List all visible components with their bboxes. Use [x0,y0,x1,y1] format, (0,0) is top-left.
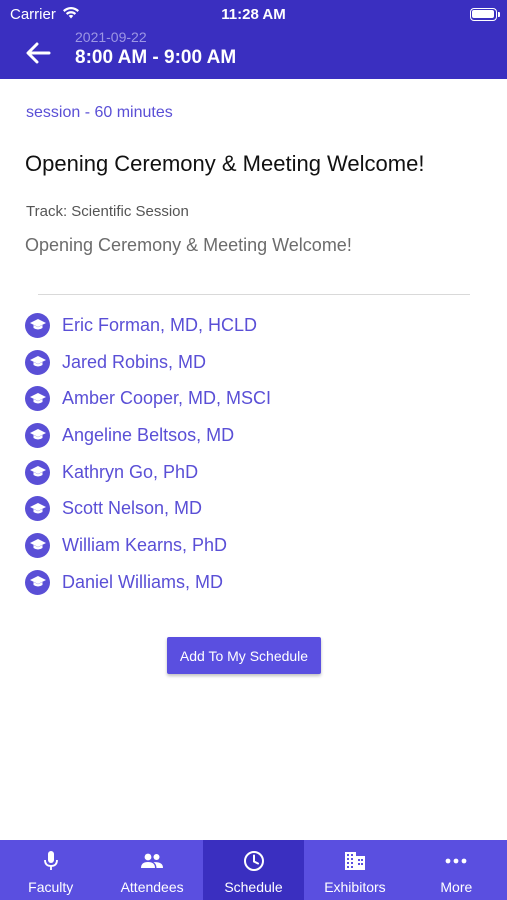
back-button[interactable] [20,38,56,68]
divider [38,294,470,295]
tab-exhibitors[interactable]: Exhibitors [304,840,405,900]
speaker-name: Jared Robins, MD [62,351,207,372]
track-value: Scientific Session [71,203,189,220]
speaker-name: Kathryn Go, PhD [62,461,199,482]
graduation-cap-icon [25,569,50,595]
speaker-item[interactable]: Angeline Beltsos, MD [25,417,271,454]
track-label: Track: [26,203,68,220]
battery-icon [469,7,500,21]
speaker-name: Daniel Williams, MD [62,571,224,592]
tab-label: More [440,879,473,895]
graduation-cap-icon [25,312,50,338]
tab-more[interactable]: More [406,840,507,900]
session-description: Opening Ceremony & Meeting Welcome! [25,235,352,255]
people-icon [140,849,164,873]
app-header: Carrier 11:28 AM 2021-09-22 8:00 AM - 9:… [0,0,507,79]
speaker-item[interactable]: Eric Forman, MD, HCLD [25,307,271,344]
speaker-name: Scott Nelson, MD [62,498,203,519]
speaker-item[interactable]: Scott Nelson, MD [25,490,271,527]
speaker-name: Amber Cooper, MD, MSCI [62,388,272,409]
graduation-cap-icon [25,496,50,522]
graduation-cap-icon [25,349,50,375]
track-row: Track: Scientific Session [26,203,189,220]
carrier-label: Carrier [10,5,56,23]
speaker-name: Eric Forman, MD, HCLD [62,314,258,335]
building-icon [343,849,367,873]
tab-label: Schedule [224,879,283,895]
clock-icon [242,849,266,873]
session-time-range: 8:00 AM - 9:00 AM [75,47,237,68]
tab-schedule[interactable]: Schedule [202,840,305,900]
session-title: Opening Ceremony & Meeting Welcome! [25,151,425,176]
speaker-item[interactable]: Jared Robins, MD [25,344,271,381]
add-to-schedule-button[interactable]: Add To My Schedule [167,637,321,674]
graduation-cap-icon [25,459,50,485]
speaker-name: William Kearns, PhD [62,534,228,555]
speaker-item[interactable]: Kathryn Go, PhD [25,454,271,491]
tab-label: Faculty [28,879,74,895]
bottom-tab-bar: Faculty Attendees Schedule Exhibitors Mo… [0,840,507,900]
tab-attendees[interactable]: Attendees [101,840,202,900]
arrow-left-icon [26,42,51,64]
status-time: 11:28 AM [221,5,286,23]
more-dots-icon [444,849,468,873]
microphone-icon [39,849,63,873]
tab-label: Exhibitors [324,879,386,895]
speaker-item[interactable]: William Kearns, PhD [25,527,271,564]
speaker-name: Angeline Beltsos, MD [62,424,235,445]
speaker-list: Eric Forman, MD, HCLD Jared Robins, MD A… [25,307,271,601]
speaker-item[interactable]: Amber Cooper, MD, MSCI [25,380,271,417]
graduation-cap-icon [25,422,50,448]
tab-label: Attendees [120,879,184,895]
tab-faculty[interactable]: Faculty [0,840,101,900]
wifi-icon [62,6,80,23]
session-type-label: session - 60 minutes [26,104,173,121]
status-bar: Carrier 11:28 AM [0,0,507,28]
speaker-item[interactable]: Daniel Williams, MD [25,564,271,601]
session-date: 2021-09-22 [75,29,147,45]
graduation-cap-icon [25,532,50,558]
graduation-cap-icon [25,386,50,412]
